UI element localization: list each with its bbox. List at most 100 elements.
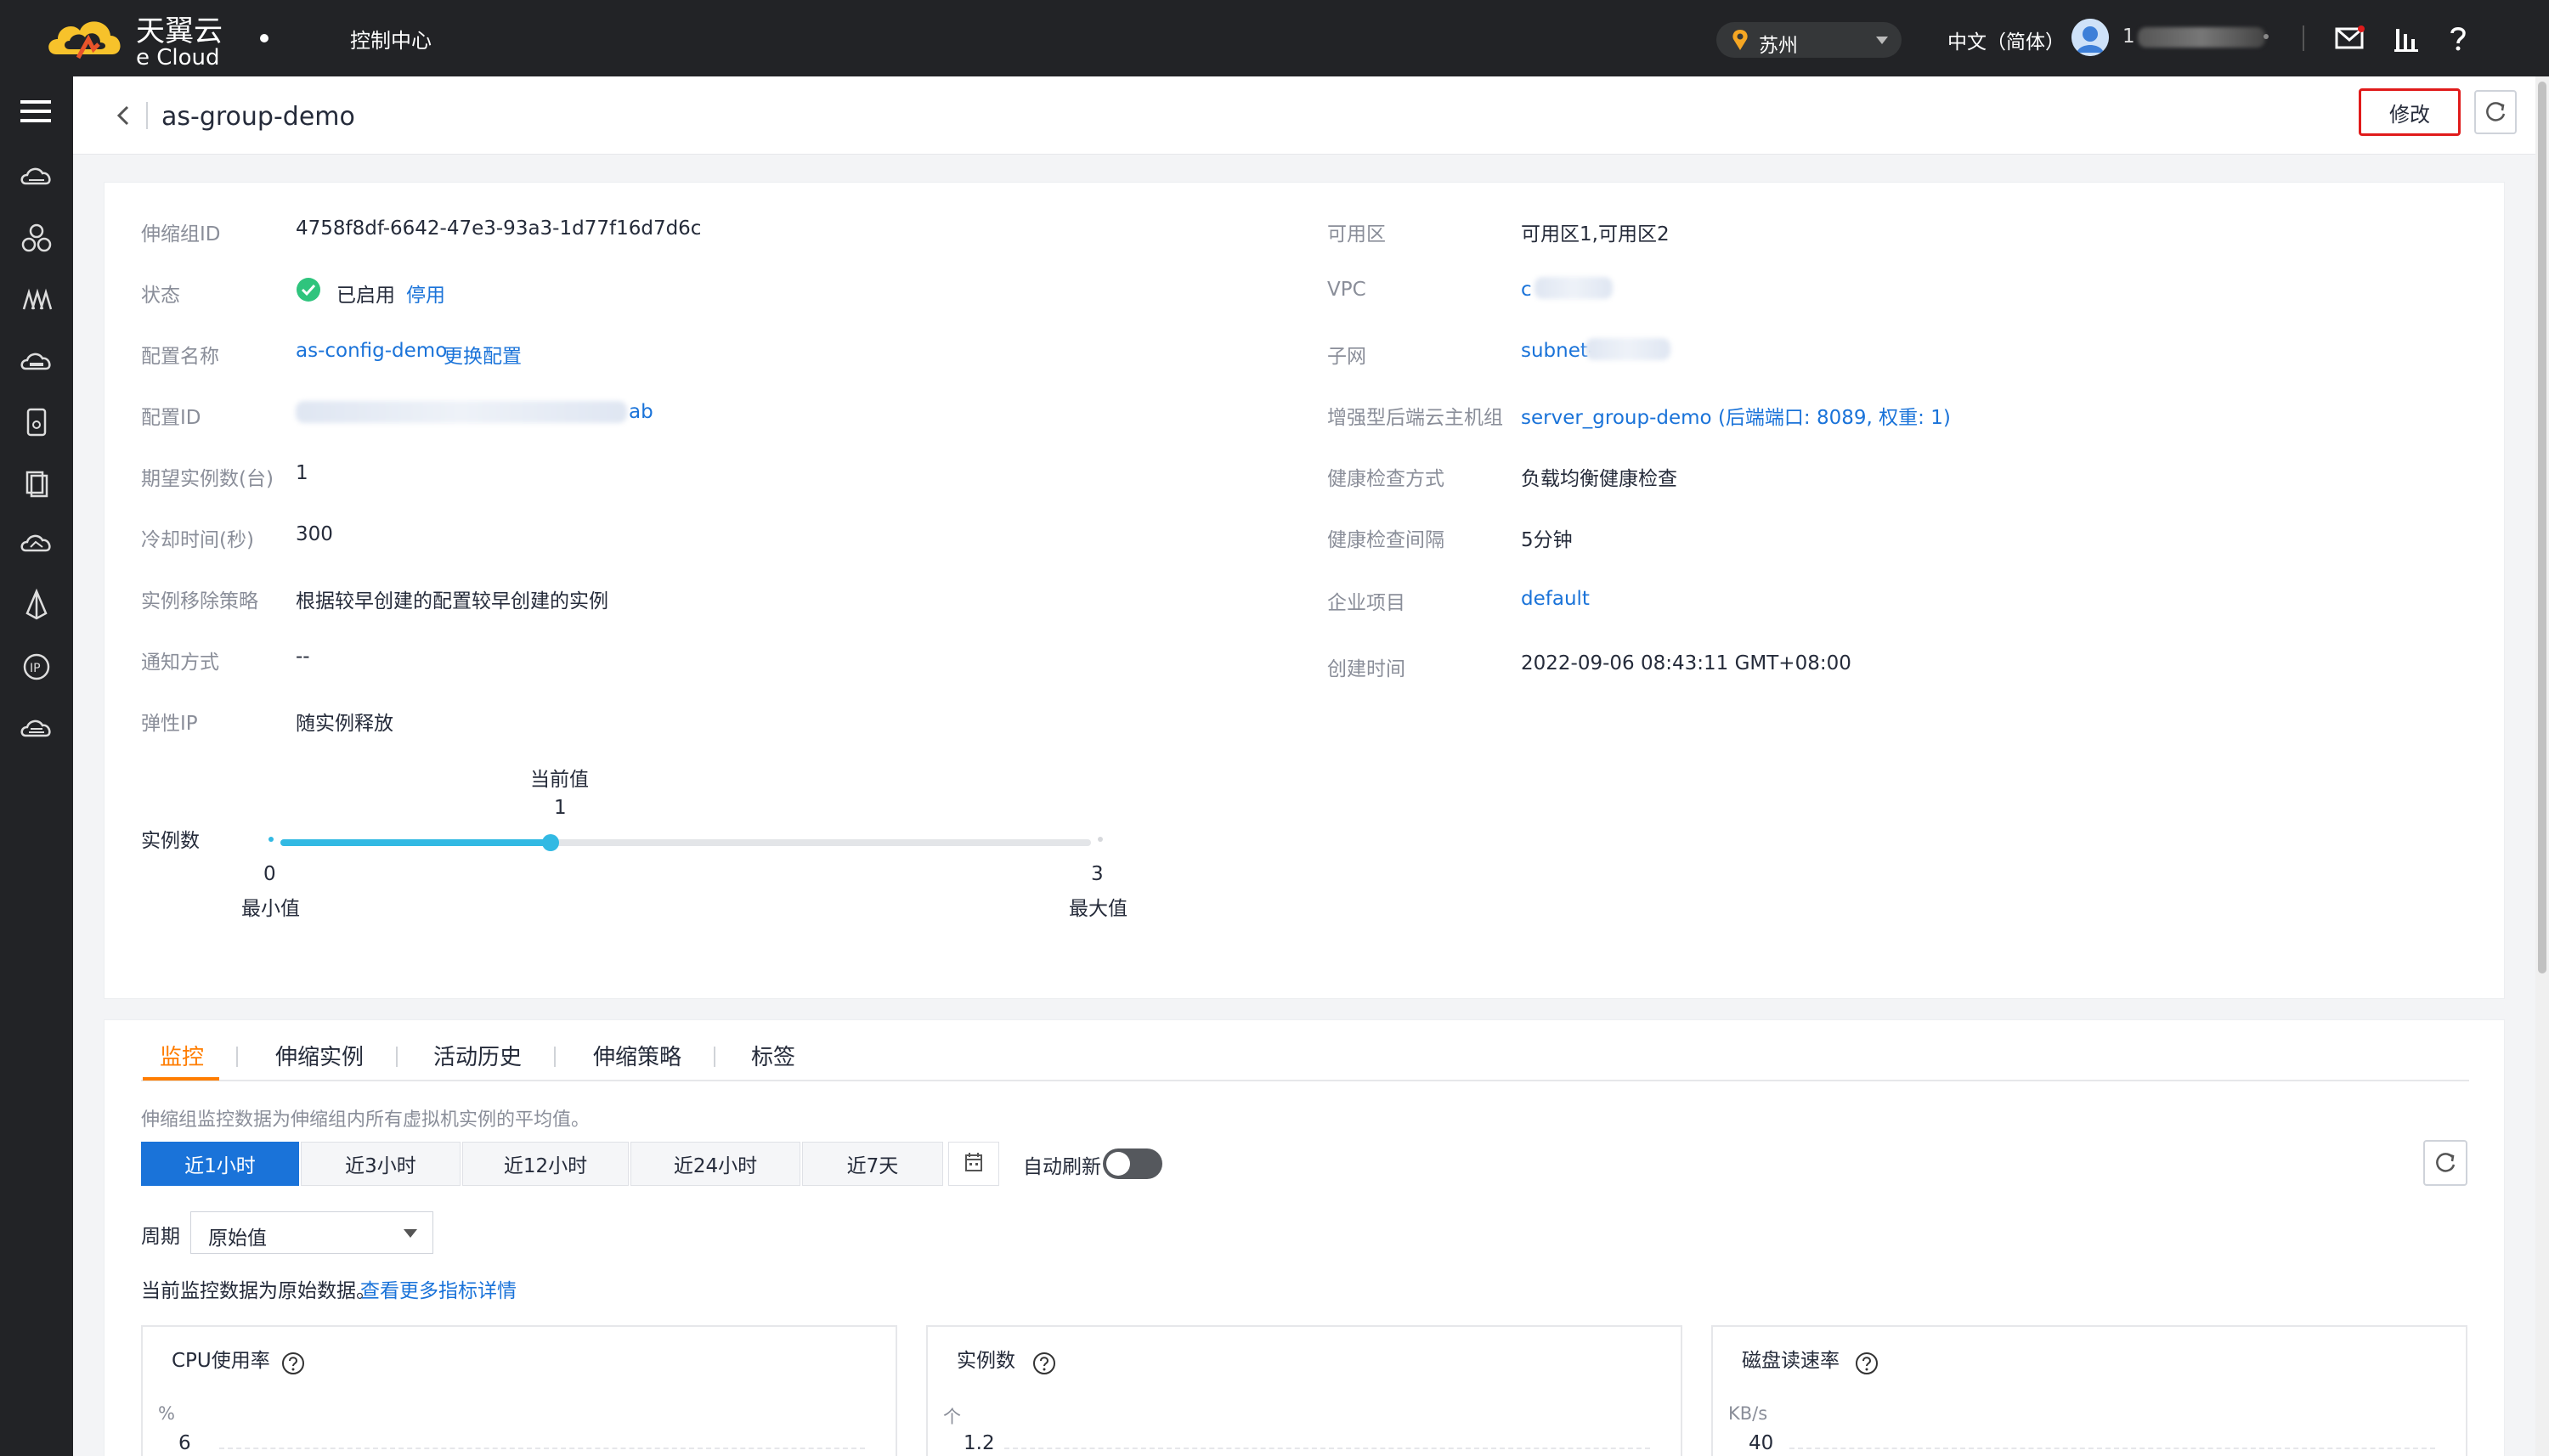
- menu-icon[interactable]: [19, 97, 53, 126]
- desired-instances-label: 期望实例数(台): [141, 468, 274, 490]
- network-icon[interactable]: [19, 282, 54, 318]
- config-name-link[interactable]: as-config-demo: [296, 340, 447, 362]
- period-selected-value: 原始值: [208, 1227, 267, 1250]
- subnet-link[interactable]: subnet-: [1521, 340, 1595, 362]
- lb-group-link[interactable]: server_group-demo (后端端口: 8089, 权重: 1): [1521, 401, 1951, 430]
- security-icon[interactable]: [19, 588, 54, 624]
- check-circle-icon: [297, 278, 320, 302]
- avatar[interactable]: [2071, 19, 2109, 56]
- tab-activity-history[interactable]: 活动历史: [433, 1040, 522, 1071]
- config-name-label: 配置名称: [141, 346, 219, 368]
- vpc-link[interactable]: c: [1521, 279, 1532, 301]
- tab-instances[interactable]: 伸缩实例: [275, 1040, 364, 1071]
- monitor-hint: 伸缩组监控数据为伸缩组内所有虚拟机实例的平均值。: [141, 1109, 591, 1131]
- help-circle-icon[interactable]: [1031, 1351, 1057, 1376]
- notify-value: --: [296, 646, 310, 668]
- header-divider: [146, 102, 148, 129]
- auto-refresh-toggle[interactable]: [1103, 1148, 1162, 1179]
- help-circle-icon[interactable]: [1854, 1351, 1879, 1376]
- instances-label: 实例数: [141, 830, 200, 852]
- health-check-value: 负载均衡健康检查: [1521, 468, 1677, 490]
- scrollbar-thumb[interactable]: [2538, 82, 2546, 973]
- metric-card-disk-read: 磁盘读速率 KB/s 40: [1711, 1325, 2467, 1456]
- metric-unit: KB/s: [1728, 1403, 1768, 1424]
- metric-title: 磁盘读速率: [1742, 1350, 1840, 1372]
- topbar-divider: [2303, 25, 2304, 51]
- toggle-knob: [1106, 1152, 1130, 1176]
- metric-unit: %: [158, 1403, 175, 1424]
- auto-refresh-label: 自动刷新: [1023, 1156, 1101, 1178]
- health-check-interval-label: 健康检查间隔: [1327, 529, 1444, 551]
- range-24h-button[interactable]: 近24小时: [630, 1142, 800, 1186]
- region-name: 苏州: [1759, 35, 1798, 57]
- cdn-icon[interactable]: [19, 527, 54, 562]
- change-config-link[interactable]: 更换配置: [444, 340, 522, 369]
- page-scrollbar[interactable]: [2535, 76, 2549, 1456]
- period-label: 周期: [141, 1226, 180, 1248]
- location-pin-icon: [1732, 30, 1748, 50]
- range-3h-button[interactable]: 近3小时: [301, 1142, 461, 1186]
- top-bar: 天翼云 e Cloud 控制中心 苏州 中文（简体） 1: [0, 0, 2549, 76]
- svg-text:IP: IP: [30, 662, 41, 675]
- period-select[interactable]: 原始值: [190, 1211, 433, 1254]
- group-id-value: 4758f8df-6642-47e3-93a3-1d77f16d7d6c: [296, 217, 702, 240]
- enterprise-project-link[interactable]: default: [1521, 588, 1590, 610]
- back-arrow-icon[interactable]: [110, 102, 136, 129]
- tab-scaling-policy[interactable]: 伸缩策略: [593, 1040, 681, 1071]
- mail-icon[interactable]: [2333, 22, 2365, 54]
- metric-gridline: [219, 1448, 865, 1449]
- range-12h-button[interactable]: 近12小时: [462, 1142, 629, 1186]
- status-label: 状态: [141, 285, 180, 307]
- metric-y-tick: 40: [1749, 1432, 1774, 1454]
- min-value-label: 最小值: [241, 898, 300, 920]
- current-value: 1: [554, 797, 567, 819]
- tab-monitoring[interactable]: 监控: [160, 1040, 204, 1071]
- ip-icon[interactable]: IP: [19, 649, 54, 685]
- removal-policy-value: 根据较早创建的配置较早创建的实例: [296, 590, 608, 612]
- date-picker-button[interactable]: [948, 1142, 999, 1186]
- storage-cloud-icon[interactable]: [19, 343, 54, 379]
- range-1h-button[interactable]: 近1小时: [141, 1142, 299, 1186]
- instance-range-slider: [280, 834, 1091, 851]
- config-id-link[interactable]: ab: [629, 401, 653, 423]
- max-value-label: 最大值: [1069, 898, 1128, 920]
- tab-divider: [714, 1047, 715, 1067]
- refresh-icon: [2486, 102, 2506, 121]
- username[interactable]: 1: [2122, 25, 2135, 48]
- more-metrics-link[interactable]: 查看更多指标详情: [360, 1274, 517, 1303]
- metric-gridline: [1789, 1448, 2435, 1449]
- ecloud-logo[interactable]: 天翼云 e Cloud: [44, 7, 257, 71]
- cloud-host-icon[interactable]: [19, 160, 54, 195]
- console-center-link[interactable]: 控制中心: [350, 24, 432, 54]
- tab-tags[interactable]: 标签: [751, 1040, 795, 1071]
- help-circle-icon[interactable]: [280, 1351, 306, 1376]
- cluster-icon[interactable]: [19, 221, 54, 257]
- logo-text-cn: 天翼云: [136, 14, 223, 48]
- header-refresh-button[interactable]: [2474, 90, 2517, 134]
- metric-title: CPU使用率: [172, 1350, 270, 1372]
- metric-unit: 个: [943, 1407, 961, 1427]
- help-icon[interactable]: [2442, 22, 2474, 54]
- backup-icon[interactable]: [19, 466, 54, 501]
- metric-y-tick: 1.2: [964, 1432, 995, 1454]
- database-cloud-icon[interactable]: [19, 710, 54, 746]
- cooldown-label: 冷却时间(秒): [141, 529, 254, 551]
- user-menu-caret-icon[interactable]: [2264, 34, 2269, 39]
- language-selector[interactable]: 中文（简体）: [1947, 25, 2065, 54]
- tab-baseline: [141, 1080, 2469, 1081]
- range-7d-button[interactable]: 近7天: [802, 1142, 943, 1186]
- disable-link[interactable]: 停用: [406, 279, 445, 308]
- resource-stats-icon[interactable]: [2391, 22, 2423, 54]
- region-selector[interactable]: 苏州: [1716, 22, 1902, 58]
- sidebar: IP: [0, 76, 73, 1456]
- monitor-refresh-button[interactable]: [2423, 1140, 2467, 1186]
- desired-instances-value: 1: [296, 462, 308, 484]
- health-check-label: 健康检查方式: [1327, 468, 1444, 490]
- chevron-down-icon: [1876, 37, 1888, 44]
- edit-button[interactable]: 修改: [2359, 88, 2461, 136]
- metric-gridline: [1004, 1448, 1650, 1449]
- min-value: 0: [263, 863, 276, 885]
- disk-icon[interactable]: [19, 404, 54, 440]
- subnet-redacted: [1585, 338, 1670, 360]
- eip-label: 弹性IP: [141, 713, 198, 735]
